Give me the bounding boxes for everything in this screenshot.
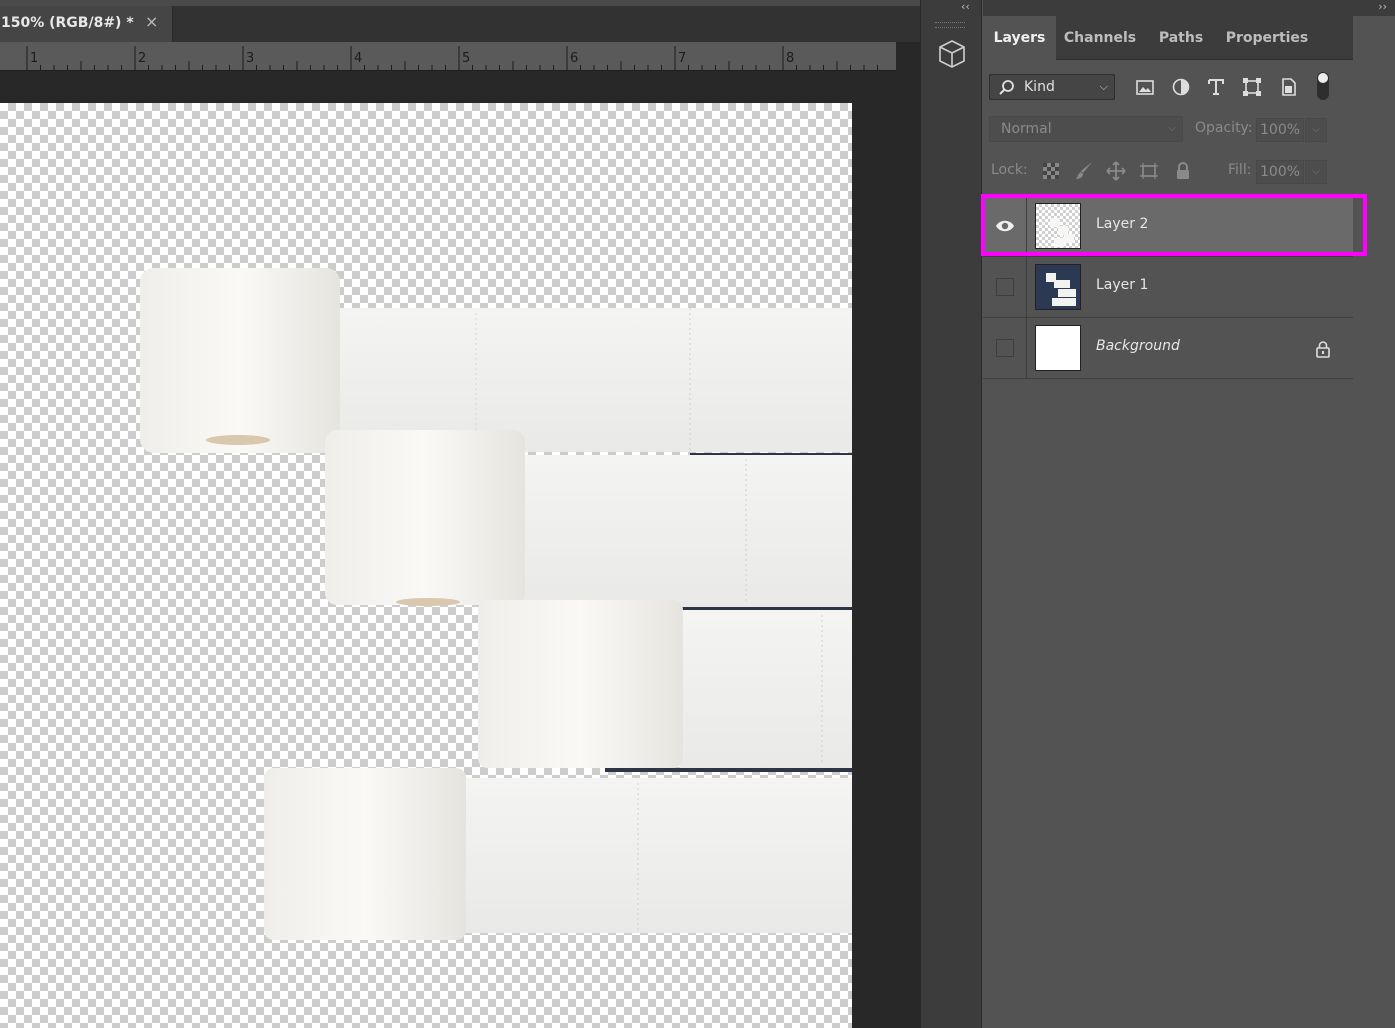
layer-row-layer-2[interactable]: Layer 2 bbox=[983, 196, 1353, 257]
image-canvas[interactable] bbox=[0, 103, 852, 1028]
layer-thumbnail bbox=[1035, 203, 1081, 249]
collapse-panels-icon[interactable]: ‹‹ bbox=[961, 0, 970, 13]
ruler-label: 4 bbox=[354, 51, 362, 66]
3d-cube-icon[interactable] bbox=[937, 38, 967, 70]
layer-name[interactable]: Layer 2 bbox=[1096, 216, 1148, 232]
smart-object-filter-icon[interactable] bbox=[1276, 76, 1300, 98]
opacity-chevron-down-icon[interactable]: ⌵ bbox=[1305, 118, 1327, 142]
panel-dock: ‹‹ bbox=[920, 0, 982, 1028]
chevron-down-icon: ⌵ bbox=[1168, 123, 1176, 134]
ruler-label: 7 bbox=[678, 51, 686, 66]
lock-image-pixels-icon[interactable] bbox=[1074, 160, 1096, 182]
fill-chevron-down-icon[interactable]: ⌵ bbox=[1305, 160, 1327, 184]
eye-icon bbox=[996, 220, 1014, 232]
lock-position-icon[interactable] bbox=[1105, 160, 1127, 182]
panel-header-strip: ›› bbox=[983, 0, 1395, 16]
tab-properties[interactable]: Properties bbox=[1218, 16, 1316, 60]
lock-icon[interactable] bbox=[1315, 340, 1331, 358]
opacity-label: Opacity: bbox=[1195, 120, 1253, 136]
tab-paths[interactable]: Paths bbox=[1144, 16, 1218, 60]
search-icon bbox=[999, 80, 1014, 95]
fill-label: Fill: bbox=[1228, 162, 1252, 178]
layer-row-background[interactable]: Background bbox=[983, 318, 1353, 379]
layer-row-layer-1[interactable]: Layer 1 bbox=[983, 257, 1353, 318]
image-filter-icon[interactable] bbox=[1133, 76, 1157, 98]
tab-layers[interactable]: Layers bbox=[983, 16, 1056, 60]
tab-channels[interactable]: Channels bbox=[1056, 16, 1144, 60]
fill-field[interactable]: 100% bbox=[1256, 160, 1304, 184]
document-tab-title: 150% (RGB/8#) * bbox=[1, 15, 134, 31]
lock-transparent-pixels-icon[interactable] bbox=[1040, 160, 1062, 182]
shape-filter-icon[interactable] bbox=[1240, 76, 1264, 98]
layer-thumbnail bbox=[1035, 325, 1081, 371]
ruler-label: 2 bbox=[138, 51, 146, 66]
ruler-ticks: 1 2 3 4 5 6 7 8 bbox=[26, 46, 878, 70]
adjustment-filter-icon[interactable] bbox=[1169, 76, 1193, 98]
dock-grip[interactable] bbox=[935, 22, 965, 28]
ruler-label: 3 bbox=[246, 51, 254, 66]
document-tab-bar: 150% (RGB/8#) * × bbox=[0, 0, 920, 42]
blend-mode-select[interactable]: Normal ⌵ bbox=[989, 116, 1183, 142]
visibility-toggle[interactable] bbox=[983, 318, 1027, 378]
ruler-label: 8 bbox=[786, 51, 794, 66]
toilet-paper-image bbox=[140, 268, 852, 940]
filter-kind-select[interactable]: Kind ⌵ bbox=[989, 74, 1115, 100]
lock-artboard-icon[interactable] bbox=[1138, 160, 1160, 182]
document-area: 150% (RGB/8#) * × 1 2 3 4 5 6 7 8 bbox=[0, 0, 920, 1028]
layer-thumbnail bbox=[1035, 264, 1081, 310]
visibility-toggle[interactable] bbox=[983, 196, 1027, 256]
opacity-field[interactable]: 100% bbox=[1256, 118, 1304, 142]
ruler-label: 6 bbox=[570, 51, 578, 66]
type-filter-icon[interactable] bbox=[1204, 76, 1228, 98]
visibility-checkbox[interactable] bbox=[996, 278, 1014, 296]
visibility-toggle[interactable] bbox=[983, 257, 1027, 317]
panel-scroll-gutter bbox=[1353, 16, 1395, 1028]
expand-panels-icon[interactable]: ›› bbox=[1378, 0, 1387, 13]
panel-tabs: Layers Channels Paths Properties bbox=[983, 16, 1395, 60]
divider bbox=[983, 194, 1353, 195]
filter-kind-label: Kind bbox=[1024, 79, 1055, 95]
blend-mode-value: Normal bbox=[1001, 121, 1052, 137]
layers-panel: ›› Layers Channels Paths Properties Kind… bbox=[983, 0, 1395, 1028]
visibility-checkbox[interactable] bbox=[996, 339, 1014, 357]
document-tab[interactable]: 150% (RGB/8#) * × bbox=[0, 6, 173, 42]
chevron-down-icon: ⌵ bbox=[1099, 80, 1108, 93]
lock-label: Lock: bbox=[991, 162, 1028, 178]
layer-name[interactable]: Background bbox=[1096, 338, 1180, 354]
lock-all-icon[interactable] bbox=[1172, 160, 1194, 182]
ruler-corner bbox=[896, 42, 920, 70]
filter-toggle-switch[interactable] bbox=[1317, 72, 1329, 100]
ruler-label: 1 bbox=[30, 51, 38, 66]
close-icon[interactable]: × bbox=[145, 12, 158, 31]
horizontal-ruler: 1 2 3 4 5 6 7 8 bbox=[0, 42, 896, 71]
layer-name[interactable]: Layer 1 bbox=[1096, 277, 1148, 293]
ruler-label: 5 bbox=[462, 51, 470, 66]
